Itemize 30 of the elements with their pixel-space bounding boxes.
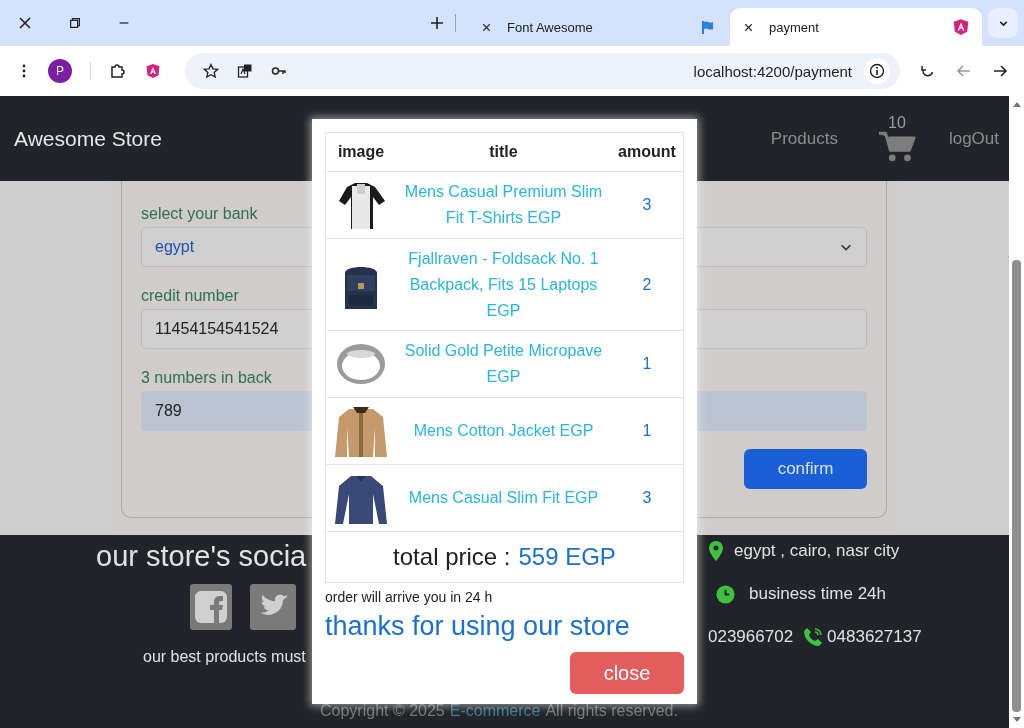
product-amount: 1 <box>641 422 653 440</box>
phone-number: 023966702 <box>708 627 794 647</box>
product-title: Mens Cotton Jacket EGP <box>412 421 595 441</box>
phone-number: 0483627137 <box>827 627 922 647</box>
product-title: Mens Casual Slim Fit EGP <box>407 488 600 508</box>
product-amount: 2 <box>641 275 653 294</box>
url-text: localhost:4200/payment <box>692 62 852 80</box>
column-header: title <box>488 143 519 161</box>
delivery-note: order will arrive you in 24 h <box>325 589 494 605</box>
contact-text: egypt , cairo, nasr city <box>734 541 900 561</box>
product-amount: 3 <box>641 196 653 214</box>
field-label: 3 numbers in back <box>141 369 272 387</box>
product-amount: 3 <box>641 489 653 507</box>
field-label: select your bank <box>141 205 258 223</box>
thanks-message: thanks for using our store <box>325 611 631 642</box>
footer-tagline: our best products must <box>143 648 306 666</box>
total-label: total price : <box>393 543 511 571</box>
copyright-text: All rights reserved. <box>545 702 678 720</box>
product-title: Mens Casual Premium Slim Fit T-Shirts EGP <box>403 182 604 228</box>
product-title: Fjallraven - Foldsack No. 1 Backpack, Fits 15 Laptops EGP <box>407 248 600 321</box>
product-title: Solid Gold Petite Micropave EGP <box>403 341 604 387</box>
social-title: our store's socia <box>96 540 307 573</box>
copyright-text: Copyright © 2025 <box>320 702 445 720</box>
total-value: 559 EGP <box>518 543 616 571</box>
field-label: credit number <box>141 287 239 305</box>
contact-text: business time 24h <box>749 584 887 604</box>
column-header: amount <box>617 143 677 161</box>
column-header: image <box>336 143 386 161</box>
cart-count: 10 <box>888 114 906 132</box>
product-amount: 1 <box>641 355 653 373</box>
